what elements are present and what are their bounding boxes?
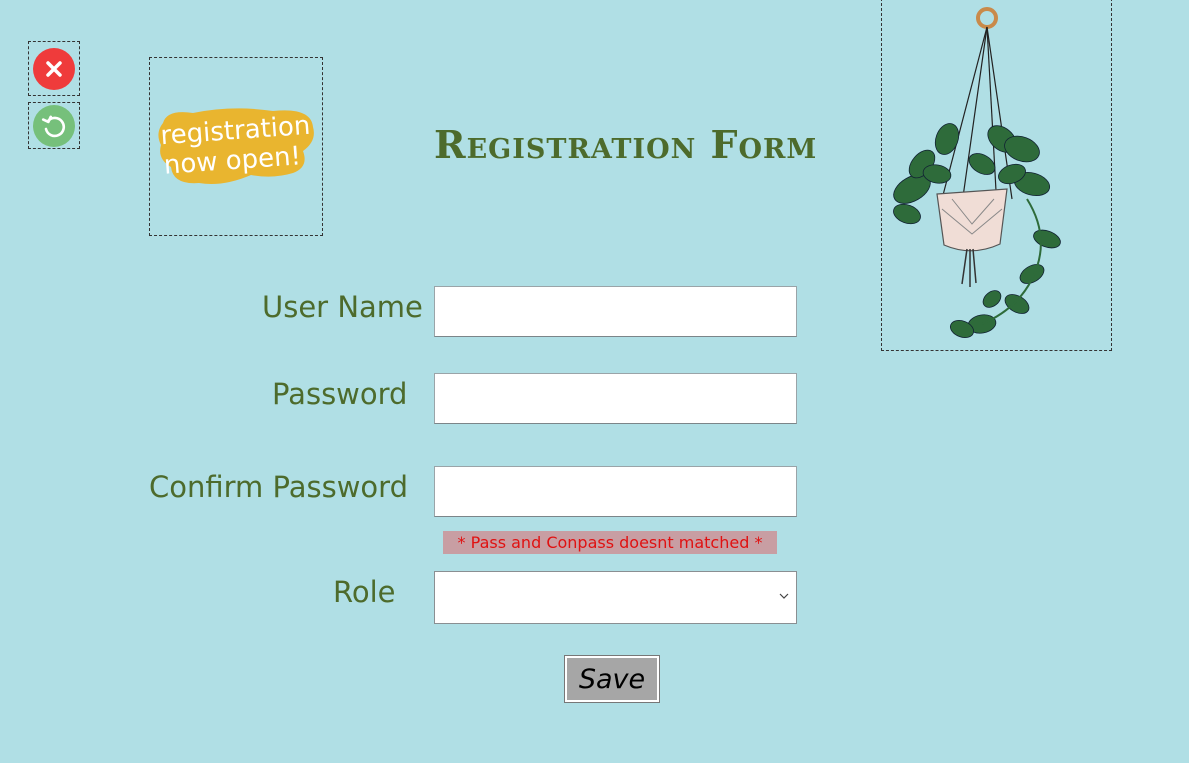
confirm-password-label: Confirm Password	[149, 470, 408, 504]
username-input[interactable]	[434, 286, 797, 337]
password-input[interactable]	[434, 373, 797, 424]
save-button[interactable]: Save	[564, 655, 660, 703]
page-title: Registration Form	[434, 122, 818, 167]
hanging-plant-image	[881, 0, 1112, 351]
confirm-password-input[interactable]	[434, 466, 797, 517]
registration-logo: registration now open!	[149, 57, 323, 236]
role-label: Role	[333, 575, 396, 609]
reset-button[interactable]	[28, 102, 80, 149]
registration-open-sticker: registration now open!	[158, 107, 314, 184]
password-label: Password	[272, 377, 408, 411]
role-dropdown[interactable]	[434, 571, 797, 624]
password-mismatch-error: * Pass and Conpass doesnt matched *	[443, 531, 777, 554]
plant-illustration	[893, 7, 1061, 338]
username-label: User Name	[262, 290, 423, 324]
close-icon	[33, 47, 75, 90]
chevron-down-icon	[779, 593, 789, 599]
close-button[interactable]	[28, 41, 80, 96]
undo-icon	[33, 104, 75, 147]
